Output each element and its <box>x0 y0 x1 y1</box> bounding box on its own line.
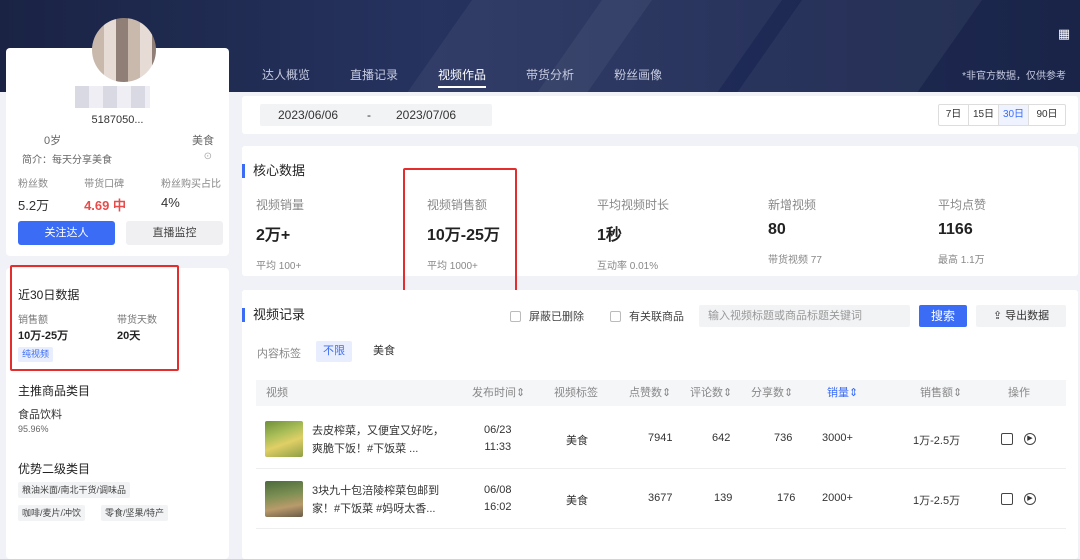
range-buttons: 7日 15日 30日 90日 <box>938 104 1066 126</box>
metric-video-sales: 视频销量 2万+ 平均 100+ <box>256 198 305 272</box>
table-header: 视频 发布时间⇕ 视频标签 点赞数⇕ 评论数⇕ 分享数⇕ 销量⇕ 销售额⇕ 操作 <box>256 380 1066 406</box>
search-button[interactable]: 搜索 <box>919 305 967 327</box>
avatar <box>92 18 156 82</box>
profile-intro: 简介：每天分享美食 ⊙ <box>22 151 212 166</box>
category: 美食 <box>192 135 214 147</box>
video-tag: 美食 <box>566 495 588 507</box>
publish-time: 06/23 11:33 <box>484 424 512 453</box>
range-7d-button[interactable]: 7日 <box>939 105 969 125</box>
comments: 139 <box>714 492 733 504</box>
video-thumbnail[interactable] <box>265 421 303 457</box>
metric-new-videos: 新增视频 80 带货视频 77 <box>768 198 822 266</box>
export-button[interactable]: ⇪ 导出数据 <box>976 305 1066 327</box>
main-tabs: 达人概览 直播记录 视频作品 带货分析 粉丝画像 <box>262 66 702 88</box>
date-filter-card: 2023/06/06 - 2023/07/06 7日 15日 30日 90日 <box>242 96 1078 134</box>
sub-category-title: 优势二级类目 <box>18 462 91 476</box>
range-15d-button[interactable]: 15日 <box>969 105 999 125</box>
metric-avg-likes: 平均点赞 1166 最高 1.1万 <box>938 198 987 266</box>
likes: 7941 <box>648 432 673 444</box>
tab-live[interactable]: 直播记录 <box>350 66 398 88</box>
qr-code-icon[interactable]: ▦ <box>1054 24 1074 44</box>
col-revenue[interactable]: 销售额⇕ <box>920 380 962 406</box>
col-comments[interactable]: 评论数⇕ <box>690 380 732 406</box>
video-records-card: 视频记录 屏蔽已删除 有关联商品 输入视频标题或商品标题关键词 搜索 ⇪ 导出数… <box>242 290 1078 559</box>
category-chip: 粮油米面/南北干货/调味品 <box>18 482 131 498</box>
content-tag-label: 内容标签 <box>257 348 301 360</box>
related-products-checkbox[interactable]: 有关联商品 <box>610 308 684 324</box>
revenue: 1万-2.5万 <box>913 495 961 507</box>
col-publish-time[interactable]: 发布时间⇕ <box>472 380 525 406</box>
detail-icon[interactable] <box>1001 493 1013 505</box>
col-actions: 操作 <box>1008 387 1030 399</box>
col-video: 视频 <box>266 387 288 399</box>
user-id: 5187050... <box>91 114 144 126</box>
date-end: 2023/07/06 <box>396 108 457 122</box>
chevron-down-circle-icon[interactable]: ⊙ <box>204 151 212 166</box>
shares: 736 <box>774 432 793 444</box>
search-input[interactable]: 输入视频标题或商品标题关键词 <box>699 305 910 327</box>
highlight-box-revenue <box>403 168 517 293</box>
tab-fan-profile[interactable]: 粉丝画像 <box>614 66 662 88</box>
profile-meta: 0岁 美食 <box>44 132 214 148</box>
main-category-title: 主推商品类目 <box>18 384 91 398</box>
content-tag-food[interactable]: 美食 <box>366 341 402 362</box>
col-shares[interactable]: 分享数⇕ <box>751 380 793 406</box>
date-start: 2023/06/06 <box>278 108 339 122</box>
intro-text: 简介：每天分享美食 <box>22 155 112 166</box>
main-category-pct: 95.96% <box>18 424 49 434</box>
col-sales[interactable]: 销量⇕ <box>827 380 858 406</box>
metric-avg-duration: 平均视频时长 1秒 互动率 0.01% <box>597 198 670 272</box>
video-thumbnail[interactable] <box>265 481 303 517</box>
disclaimer: *非官方数据，仅供参考 <box>962 71 1066 82</box>
play-icon[interactable]: ▶ <box>1024 433 1036 445</box>
range-90d-button[interactable]: 90日 <box>1029 105 1065 125</box>
video-tag: 美食 <box>566 435 588 447</box>
publish-time: 06/08 16:02 <box>484 484 512 513</box>
tab-overview[interactable]: 达人概览 <box>262 66 310 88</box>
video-title[interactable]: 去皮榨菜，又便宜又好吃，爽脆下饭！#下饭菜 ... <box>312 422 452 458</box>
col-video-tag: 视频标签 <box>554 387 598 399</box>
records-title: 视频记录 <box>242 308 305 322</box>
sales: 3000+ <box>822 432 853 444</box>
stat-reputation: 带货口碑 4.69 中 <box>84 179 126 213</box>
profile-stats: 粉丝数 5.2万 带货口碑 4.69 中 粉丝购买占比 4% <box>18 175 223 214</box>
video-title[interactable]: 3块九十包涪陵榨菜包邮到家！#下饭菜 #妈呀太香... <box>312 482 452 518</box>
detail-icon[interactable] <box>1001 433 1013 445</box>
live-monitor-button[interactable]: 直播监控 <box>126 221 223 245</box>
age: 0岁 <box>44 135 62 147</box>
table-row[interactable]: 去皮榨菜，又便宜又好吃，爽脆下饭！#下饭菜 ... 06/23 11:33 美食 … <box>256 409 1066 469</box>
shares: 176 <box>777 492 796 504</box>
col-likes[interactable]: 点赞数⇕ <box>629 380 671 406</box>
category-chip: 咖啡/麦片/冲饮 <box>18 505 86 521</box>
likes: 3677 <box>648 492 673 504</box>
follow-button[interactable]: 关注达人 <box>18 221 115 245</box>
core-data-card: 核心数据 视频销量 2万+ 平均 100+ 视频销售额 10万-25万 平均 1… <box>242 146 1078 276</box>
date-sep: - <box>367 108 371 122</box>
comments: 642 <box>712 432 731 444</box>
main-category-name: 食品饮料 <box>18 409 62 421</box>
sales: 2000+ <box>822 492 853 504</box>
table-row[interactable]: 3块九十包涪陵榨菜包邮到家！#下饭菜 #妈呀太香... 06/08 16:02 美… <box>256 469 1066 529</box>
username-blurred <box>75 86 150 108</box>
date-range-picker[interactable]: 2023/06/06 - 2023/07/06 <box>260 104 492 126</box>
range-30d-button[interactable]: 30日 <box>999 105 1029 125</box>
export-icon: ⇪ <box>992 310 1003 322</box>
play-icon[interactable]: ▶ <box>1024 493 1036 505</box>
revenue: 1万-2.5万 <box>913 435 961 447</box>
tab-videos[interactable]: 视频作品 <box>438 66 487 88</box>
tab-sales-analysis[interactable]: 带货分析 <box>526 66 574 88</box>
stat-fan-purchase: 粉丝购买占比 4% <box>161 179 221 210</box>
core-data-title: 核心数据 <box>242 164 305 178</box>
content-tag-all[interactable]: 不限 <box>316 341 352 362</box>
category-chip: 零食/坚果/特产 <box>101 505 169 521</box>
highlight-box-side <box>10 265 179 371</box>
stat-fans: 粉丝数 5.2万 <box>18 179 50 213</box>
hide-deleted-checkbox[interactable]: 屏蔽已删除 <box>510 308 584 324</box>
